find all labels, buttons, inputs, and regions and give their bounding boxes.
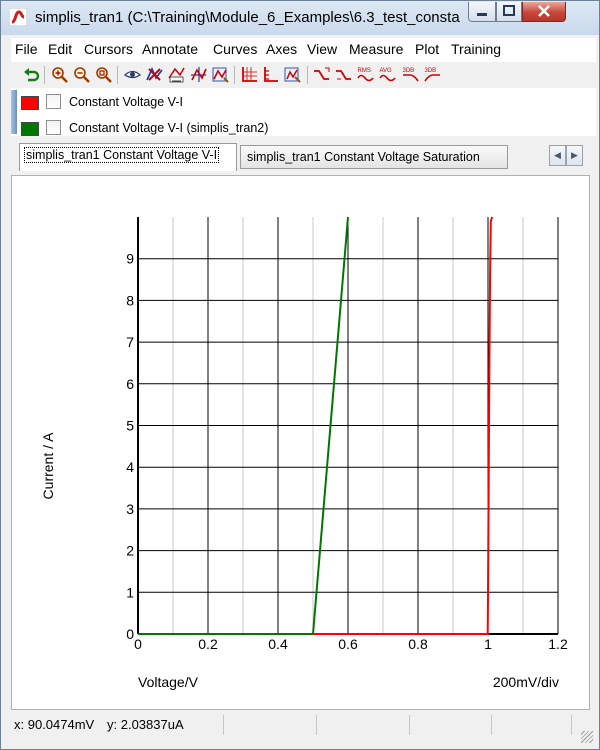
- undo-icon[interactable]: [23, 66, 40, 83]
- x-tick-label: 0.4: [268, 636, 288, 652]
- 3db-high-label: 3DB: [425, 68, 437, 74]
- legend-checkbox[interactable]: [46, 120, 61, 135]
- menu-file[interactable]: File: [15, 41, 38, 57]
- tab-scroll-left-button[interactable]: ◀: [549, 145, 566, 166]
- toolbar-separator: [44, 66, 45, 84]
- vi-chart[interactable]: 0 0.2 0.4 0.6 0.8 1 1.20123456789 Current / A …: [12, 176, 589, 709]
- toolbar-separator: [117, 66, 118, 84]
- window-resize-grip[interactable]: [581, 731, 593, 743]
- x-tick-label: 0: [134, 636, 142, 652]
- status-separator: [409, 715, 410, 735]
- cursor-x-readout: x: 90.0474mV: [14, 717, 95, 732]
- measure-rms-icon[interactable]: RMS: [357, 66, 374, 83]
- zoom-in-icon[interactable]: [51, 66, 68, 83]
- menu-plot[interactable]: Plot: [415, 41, 439, 57]
- add-curve-icon[interactable]: [190, 66, 207, 83]
- y-tick-label: 5: [126, 418, 134, 434]
- title-bar[interactable]: simplis_tran1 (C:\Training\Module_6_Exam…: [1, 1, 599, 35]
- x-tick-label: 0.8: [408, 636, 428, 652]
- menu-bar: File Edit Cursors Annotate Curves Axes V…: [11, 38, 596, 62]
- legend-resize-grip[interactable]: [11, 90, 17, 134]
- tab-constant-voltage-saturation[interactable]: simplis_tran1 Constant Voltage Saturatio…: [240, 145, 508, 169]
- close-button[interactable]: [522, 2, 566, 22]
- chevron-right-icon: ▶: [571, 150, 578, 160]
- legend-label: Constant Voltage V-I: [69, 95, 183, 109]
- measure-3db-low-icon[interactable]: 3DB: [402, 66, 419, 83]
- y-tick-label: 6: [126, 376, 134, 392]
- app-window: simplis_tran1 (C:\Training\Module_6_Exam…: [0, 0, 600, 750]
- maximize-icon: [503, 5, 515, 16]
- y-tick-label: 3: [126, 501, 134, 517]
- legend-checkbox[interactable]: [46, 94, 61, 109]
- menu-annotate[interactable]: Annotate: [142, 41, 198, 57]
- status-bar: x: 90.0474mV y: 2.03837uA: [11, 713, 596, 737]
- menu-training[interactable]: Training: [451, 41, 501, 57]
- legend-color-swatch: [21, 122, 39, 136]
- menu-curves[interactable]: Curves: [213, 41, 257, 57]
- legend-item[interactable]: Constant Voltage V-I (simplis_tran2): [21, 119, 581, 139]
- y-axis-label: Current / A: [40, 432, 56, 500]
- tab-label: simplis_tran1 Constant Voltage V-I: [24, 147, 220, 163]
- measure-3db-high-icon[interactable]: 3DB: [424, 66, 441, 83]
- tab-constant-voltage-vi[interactable]: simplis_tran1 Constant Voltage V-I: [19, 143, 237, 171]
- axis-grid-icon[interactable]: [241, 66, 258, 83]
- toolbar-separator: [307, 66, 308, 84]
- legend-item[interactable]: Constant Voltage V-I: [21, 93, 581, 113]
- menu-cursors[interactable]: Cursors: [84, 41, 133, 57]
- y-tick-label: 1: [126, 584, 134, 600]
- measure-fall-icon[interactable]: [335, 66, 352, 83]
- y-tick-label: 0: [126, 626, 134, 642]
- plot-tabs: simplis_tran1 Constant Voltage V-I simpl…: [11, 139, 596, 175]
- view-eye-icon[interactable]: [124, 66, 141, 83]
- x-axis-label: Voltage/V: [138, 674, 199, 690]
- window-title: simplis_tran1 (C:\Training\Module_6_Exam…: [35, 9, 460, 26]
- axis-edit-icon[interactable]: [284, 66, 301, 83]
- toolbar: RMS AVG 3DB 3DB: [11, 63, 596, 87]
- measure-avg-icon[interactable]: AVG: [379, 66, 396, 83]
- curve-label-icon[interactable]: [168, 66, 185, 83]
- x-tick-label: 0.6: [338, 636, 358, 652]
- chevron-left-icon: ◀: [554, 150, 561, 160]
- curve-legend-panel: Constant Voltage V-I Constant Voltage V-…: [11, 88, 596, 136]
- cursor-y-readout: y: 2.03837uA: [107, 717, 184, 732]
- status-separator: [491, 715, 492, 735]
- toolbar-separator: [234, 66, 235, 84]
- avg-label: AVG: [380, 68, 393, 74]
- y-tick-label: 9: [126, 251, 134, 267]
- scale-division-label: 200mV/div: [493, 674, 559, 690]
- legend-label: Constant Voltage V-I (simplis_tran2): [69, 121, 269, 135]
- status-separator: [571, 715, 572, 735]
- menu-view[interactable]: View: [307, 41, 337, 57]
- close-icon: [538, 5, 550, 17]
- curve-properties-icon[interactable]: [212, 66, 229, 83]
- menu-edit[interactable]: Edit: [48, 41, 72, 57]
- status-separator: [316, 715, 317, 735]
- menu-measure[interactable]: Measure: [349, 41, 403, 57]
- zoom-out-icon[interactable]: [73, 66, 90, 83]
- menu-axes[interactable]: Axes: [266, 41, 297, 57]
- measure-rise-icon[interactable]: [313, 66, 330, 83]
- status-separator: [223, 715, 224, 735]
- axis-ticks-icon[interactable]: [262, 66, 279, 83]
- y-tick-label: 2: [126, 543, 134, 559]
- 3db-low-label: 3DB: [403, 68, 415, 74]
- x-tick-label: 1.2: [548, 636, 568, 652]
- zoom-fit-icon[interactable]: [95, 66, 112, 83]
- minimize-icon: [477, 13, 487, 16]
- maximize-button[interactable]: [496, 2, 522, 22]
- y-tick-label: 7: [126, 334, 134, 350]
- x-tick-label: 0.2: [198, 636, 218, 652]
- legend-color-swatch: [21, 96, 39, 110]
- plot-area[interactable]: 0 0.2 0.4 0.6 0.8 1 1.2 0 1 2 3 4 5 6 7 8 9 Current / A …: [11, 175, 590, 710]
- delete-curve-icon[interactable]: [146, 66, 163, 83]
- minimize-button[interactable]: [468, 2, 496, 22]
- tab-scroll-right-button[interactable]: ▶: [566, 145, 583, 166]
- y-tick-label: 4: [126, 459, 134, 475]
- x-tick-label: 1: [484, 636, 492, 652]
- rms-label: RMS: [358, 68, 371, 74]
- simplis-app-icon: [9, 8, 27, 26]
- tab-label: simplis_tran1 Constant Voltage Saturatio…: [247, 150, 480, 164]
- y-tick-label: 8: [126, 292, 134, 308]
